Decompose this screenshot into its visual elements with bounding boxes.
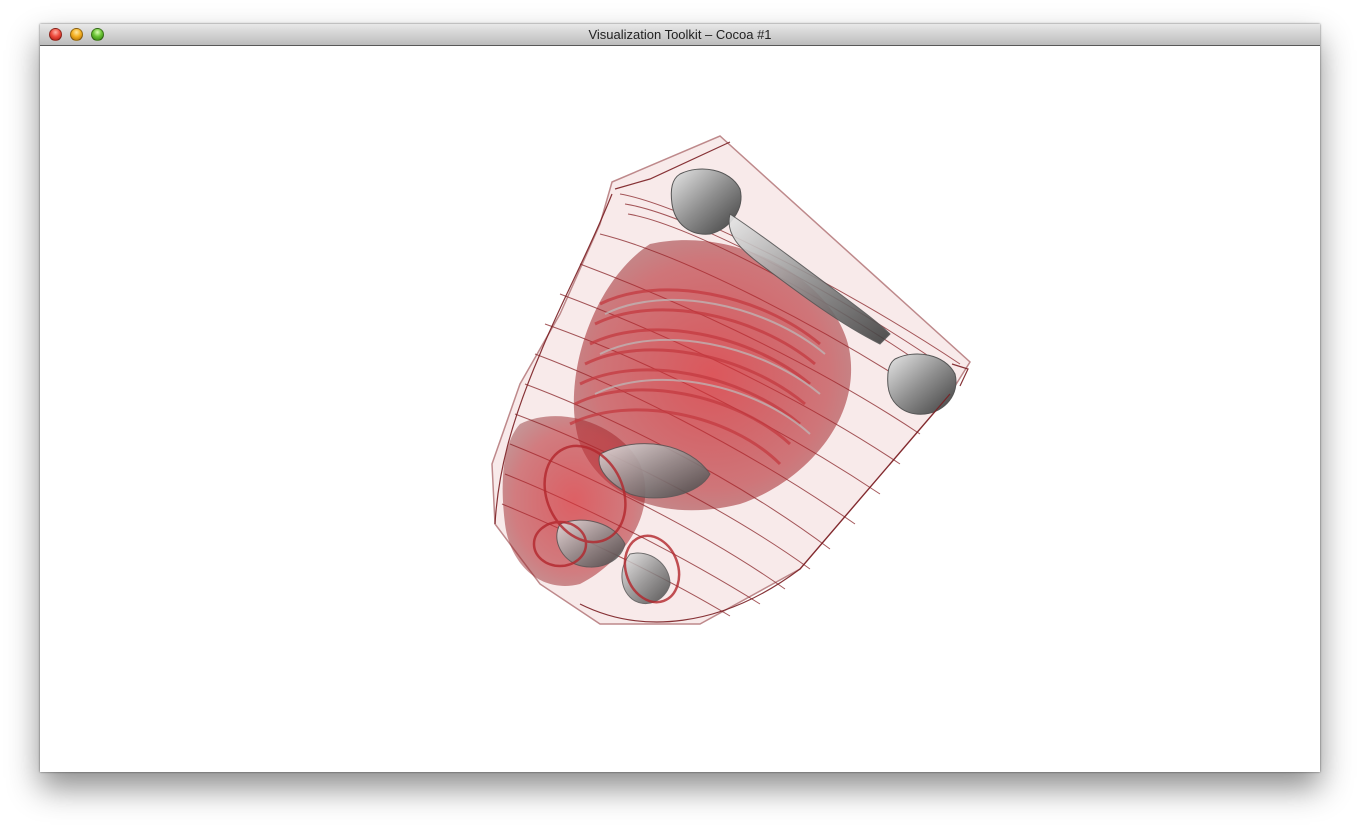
volume-rendering bbox=[491, 135, 971, 625]
render-viewport[interactable] bbox=[40, 46, 1320, 772]
window-title: Visualization Toolkit – Cocoa #1 bbox=[588, 27, 772, 42]
app-window: Visualization Toolkit – Cocoa #1 bbox=[40, 24, 1320, 772]
title-bar[interactable]: Visualization Toolkit – Cocoa #1 bbox=[40, 24, 1320, 46]
volume-body bbox=[491, 135, 971, 625]
